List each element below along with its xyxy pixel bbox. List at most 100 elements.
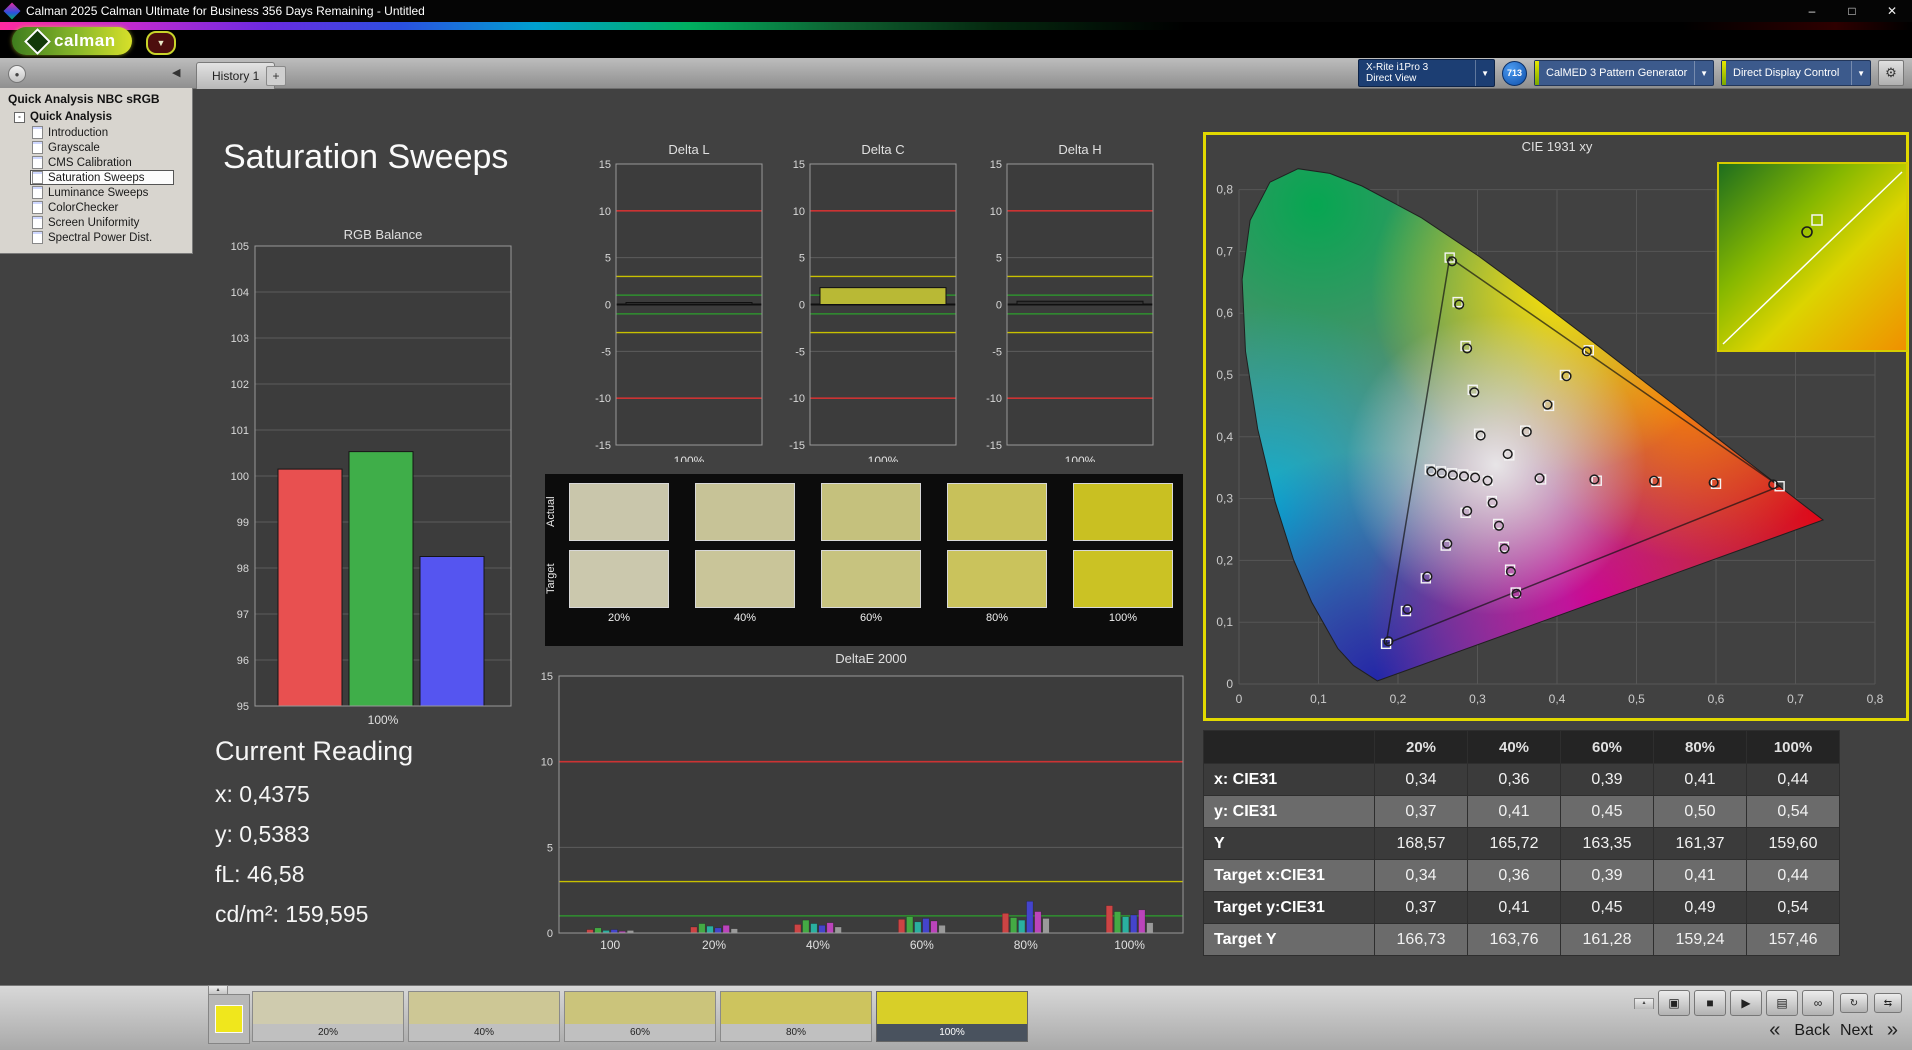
refresh-button[interactable]: ↻	[1840, 993, 1868, 1013]
target-swatch-100%	[1073, 550, 1173, 608]
sidebar-item-introduction[interactable]: Introduction	[30, 125, 174, 140]
expander-tab[interactable]: ▴	[1634, 997, 1654, 1009]
minimize-button[interactable]: –	[1792, 0, 1832, 22]
table-header-60%: 60%	[1560, 730, 1654, 764]
table-row: y: CIE31 0,37 0,41 0,45 0,50 0,54	[1203, 795, 1840, 828]
calman-logo-icon	[24, 27, 51, 55]
reading-y: y: 0,5383	[215, 821, 310, 847]
svg-text:-5: -5	[992, 346, 1002, 358]
row-label: x: CIE31	[1203, 763, 1375, 796]
title-bar: Calman 2025 Calman Ultimate for Business…	[0, 0, 1912, 22]
svg-text:5: 5	[547, 842, 553, 854]
maximize-button[interactable]: □	[1832, 0, 1872, 22]
svg-text:0,6: 0,6	[1708, 692, 1725, 706]
sidebar-item-luminance-sweeps[interactable]: Luminance Sweeps	[30, 185, 174, 200]
meter-count-badge[interactable]: 713	[1502, 60, 1527, 86]
close-button[interactable]: ✕	[1872, 0, 1912, 22]
target-swatch-20%	[569, 550, 669, 608]
actual-swatch-60%	[821, 483, 921, 541]
play-button[interactable]: ▶	[1730, 990, 1762, 1016]
workspace-menu-button[interactable]: ●	[8, 65, 26, 83]
display-control-dropdown[interactable]: Direct Display Control ▼	[1721, 60, 1871, 86]
add-tab-button[interactable]: +	[266, 66, 286, 86]
display-mode-button[interactable]: ▣	[1658, 990, 1690, 1016]
swatch-percent-label: 60%	[859, 612, 883, 624]
document-icon	[32, 126, 43, 139]
tab-history-1[interactable]: History 1	[196, 62, 276, 89]
settings-gear-button[interactable]: ⚙	[1878, 60, 1904, 86]
svg-text:10: 10	[599, 206, 611, 218]
actual-swatch-100%	[1073, 483, 1173, 541]
table-row: Target Y 166,73 163,76 161,28 159,24 157,46	[1203, 923, 1840, 956]
pattern-generator-dropdown[interactable]: CalMED 3 Pattern Generator ▼	[1534, 60, 1714, 86]
document-icon	[32, 141, 43, 154]
reading-x: x: 0,4375	[215, 781, 310, 807]
bottom-swatch-60%[interactable]: 60%	[564, 991, 716, 1042]
back-button[interactable]: Back	[1794, 1022, 1830, 1040]
main-menu-dropdown[interactable]: ▼	[146, 31, 176, 55]
table-header-100%: 100%	[1746, 730, 1840, 764]
svg-text:-15: -15	[789, 440, 805, 452]
sidebar-root-node[interactable]: - Quick Analysis	[0, 109, 192, 125]
current-color-indicator	[208, 994, 250, 1044]
svg-text:0: 0	[547, 928, 553, 940]
swatch-color	[253, 992, 403, 1024]
svg-text:95: 95	[237, 701, 249, 713]
sidebar-item-label: CMS Calibration	[48, 156, 132, 169]
svg-text:10: 10	[990, 206, 1002, 218]
row-value: 0,50	[1653, 795, 1747, 828]
document-icon	[32, 171, 43, 184]
current-reading-title: Current Reading	[215, 736, 414, 766]
svg-text:0,3: 0,3	[1216, 492, 1233, 506]
sidebar-item-label: Grayscale	[48, 141, 100, 154]
save-button[interactable]: ▤	[1766, 990, 1798, 1016]
continuous-button[interactable]: ∞	[1802, 990, 1834, 1016]
svg-text:Delta H: Delta H	[1058, 142, 1101, 157]
sidebar-item-label: Saturation Sweeps	[48, 171, 145, 184]
bottom-swatch-100%[interactable]: 100%	[876, 991, 1028, 1042]
sidebar: Quick Analysis NBC sRGB - Quick Analysis…	[0, 88, 193, 254]
svg-text:104: 104	[231, 287, 249, 299]
calman-logo-text: calman	[54, 31, 116, 50]
table-row: Target y:CIE31 0,37 0,41 0,45 0,49 0,54	[1203, 891, 1840, 924]
next-button[interactable]: Next	[1840, 1022, 1873, 1040]
target-swatch-40%	[695, 550, 795, 608]
meter-dropdown[interactable]: X-Rite i1Pro 3 Direct View ▼	[1358, 59, 1495, 87]
calman-logo-button[interactable]: calman	[12, 27, 132, 55]
loop-button[interactable]: ⇆	[1874, 993, 1902, 1013]
row-value: 0,37	[1374, 891, 1468, 924]
stop-button[interactable]: ■	[1694, 990, 1726, 1016]
actual-swatch-40%	[695, 483, 795, 541]
app-window: Calman 2025 Calman Ultimate for Business…	[0, 0, 1912, 1050]
bottom-swatch-80%[interactable]: 80%	[720, 991, 872, 1042]
back-chevron-icon[interactable]: «	[1765, 1019, 1784, 1042]
tree-expander-icon[interactable]: -	[14, 111, 25, 123]
swatch-label: 40%	[473, 1027, 494, 1038]
sidebar-item-grayscale[interactable]: Grayscale	[30, 140, 174, 155]
bottom-swatch-40%[interactable]: 40%	[408, 991, 560, 1042]
window-title: Calman 2025 Calman Ultimate for Business…	[26, 4, 425, 18]
next-chevron-icon[interactable]: »	[1883, 1019, 1902, 1042]
svg-text:15: 15	[990, 159, 1002, 171]
svg-text:0,7: 0,7	[1787, 692, 1804, 706]
sidebar-item-colorchecker[interactable]: ColorChecker	[30, 200, 174, 215]
bottom-bar: ▴ 20% 40% 60% 80% 100% ▴ ▣ ■ ▶ ▤ ∞ ↻ ⇆ « Back Next…	[0, 985, 1912, 1050]
delta-c-chart: 15 10 5 0 -5 -10 -15 Delta C 100%	[789, 142, 957, 462]
bottom-swatch-20%[interactable]: 20%	[252, 991, 404, 1042]
actual-swatch-row: Actual	[545, 483, 1183, 541]
row-value: 0,39	[1560, 859, 1654, 892]
sidebar-item-spectral-power-dist-[interactable]: Spectral Power Dist.	[30, 230, 174, 245]
sidebar-collapse-icon[interactable]: ◀	[172, 66, 180, 79]
sidebar-item-saturation-sweeps[interactable]: Saturation Sweeps	[30, 170, 174, 185]
svg-text:CIE 1931 xy: CIE 1931 xy	[1522, 139, 1593, 154]
reading-fl: fL: 46,58	[215, 861, 305, 887]
row-value: 0,41	[1653, 859, 1747, 892]
svg-text:0,8: 0,8	[1216, 183, 1233, 197]
svg-text:100: 100	[231, 471, 249, 483]
sidebar-item-screen-uniformity[interactable]: Screen Uniformity	[30, 215, 174, 230]
sidebar-item-cms-calibration[interactable]: CMS Calibration	[30, 155, 174, 170]
svg-text:20%: 20%	[702, 938, 726, 950]
svg-text:103: 103	[231, 333, 249, 345]
svg-text:0,8: 0,8	[1867, 692, 1884, 706]
row-value: 159,24	[1653, 923, 1747, 956]
